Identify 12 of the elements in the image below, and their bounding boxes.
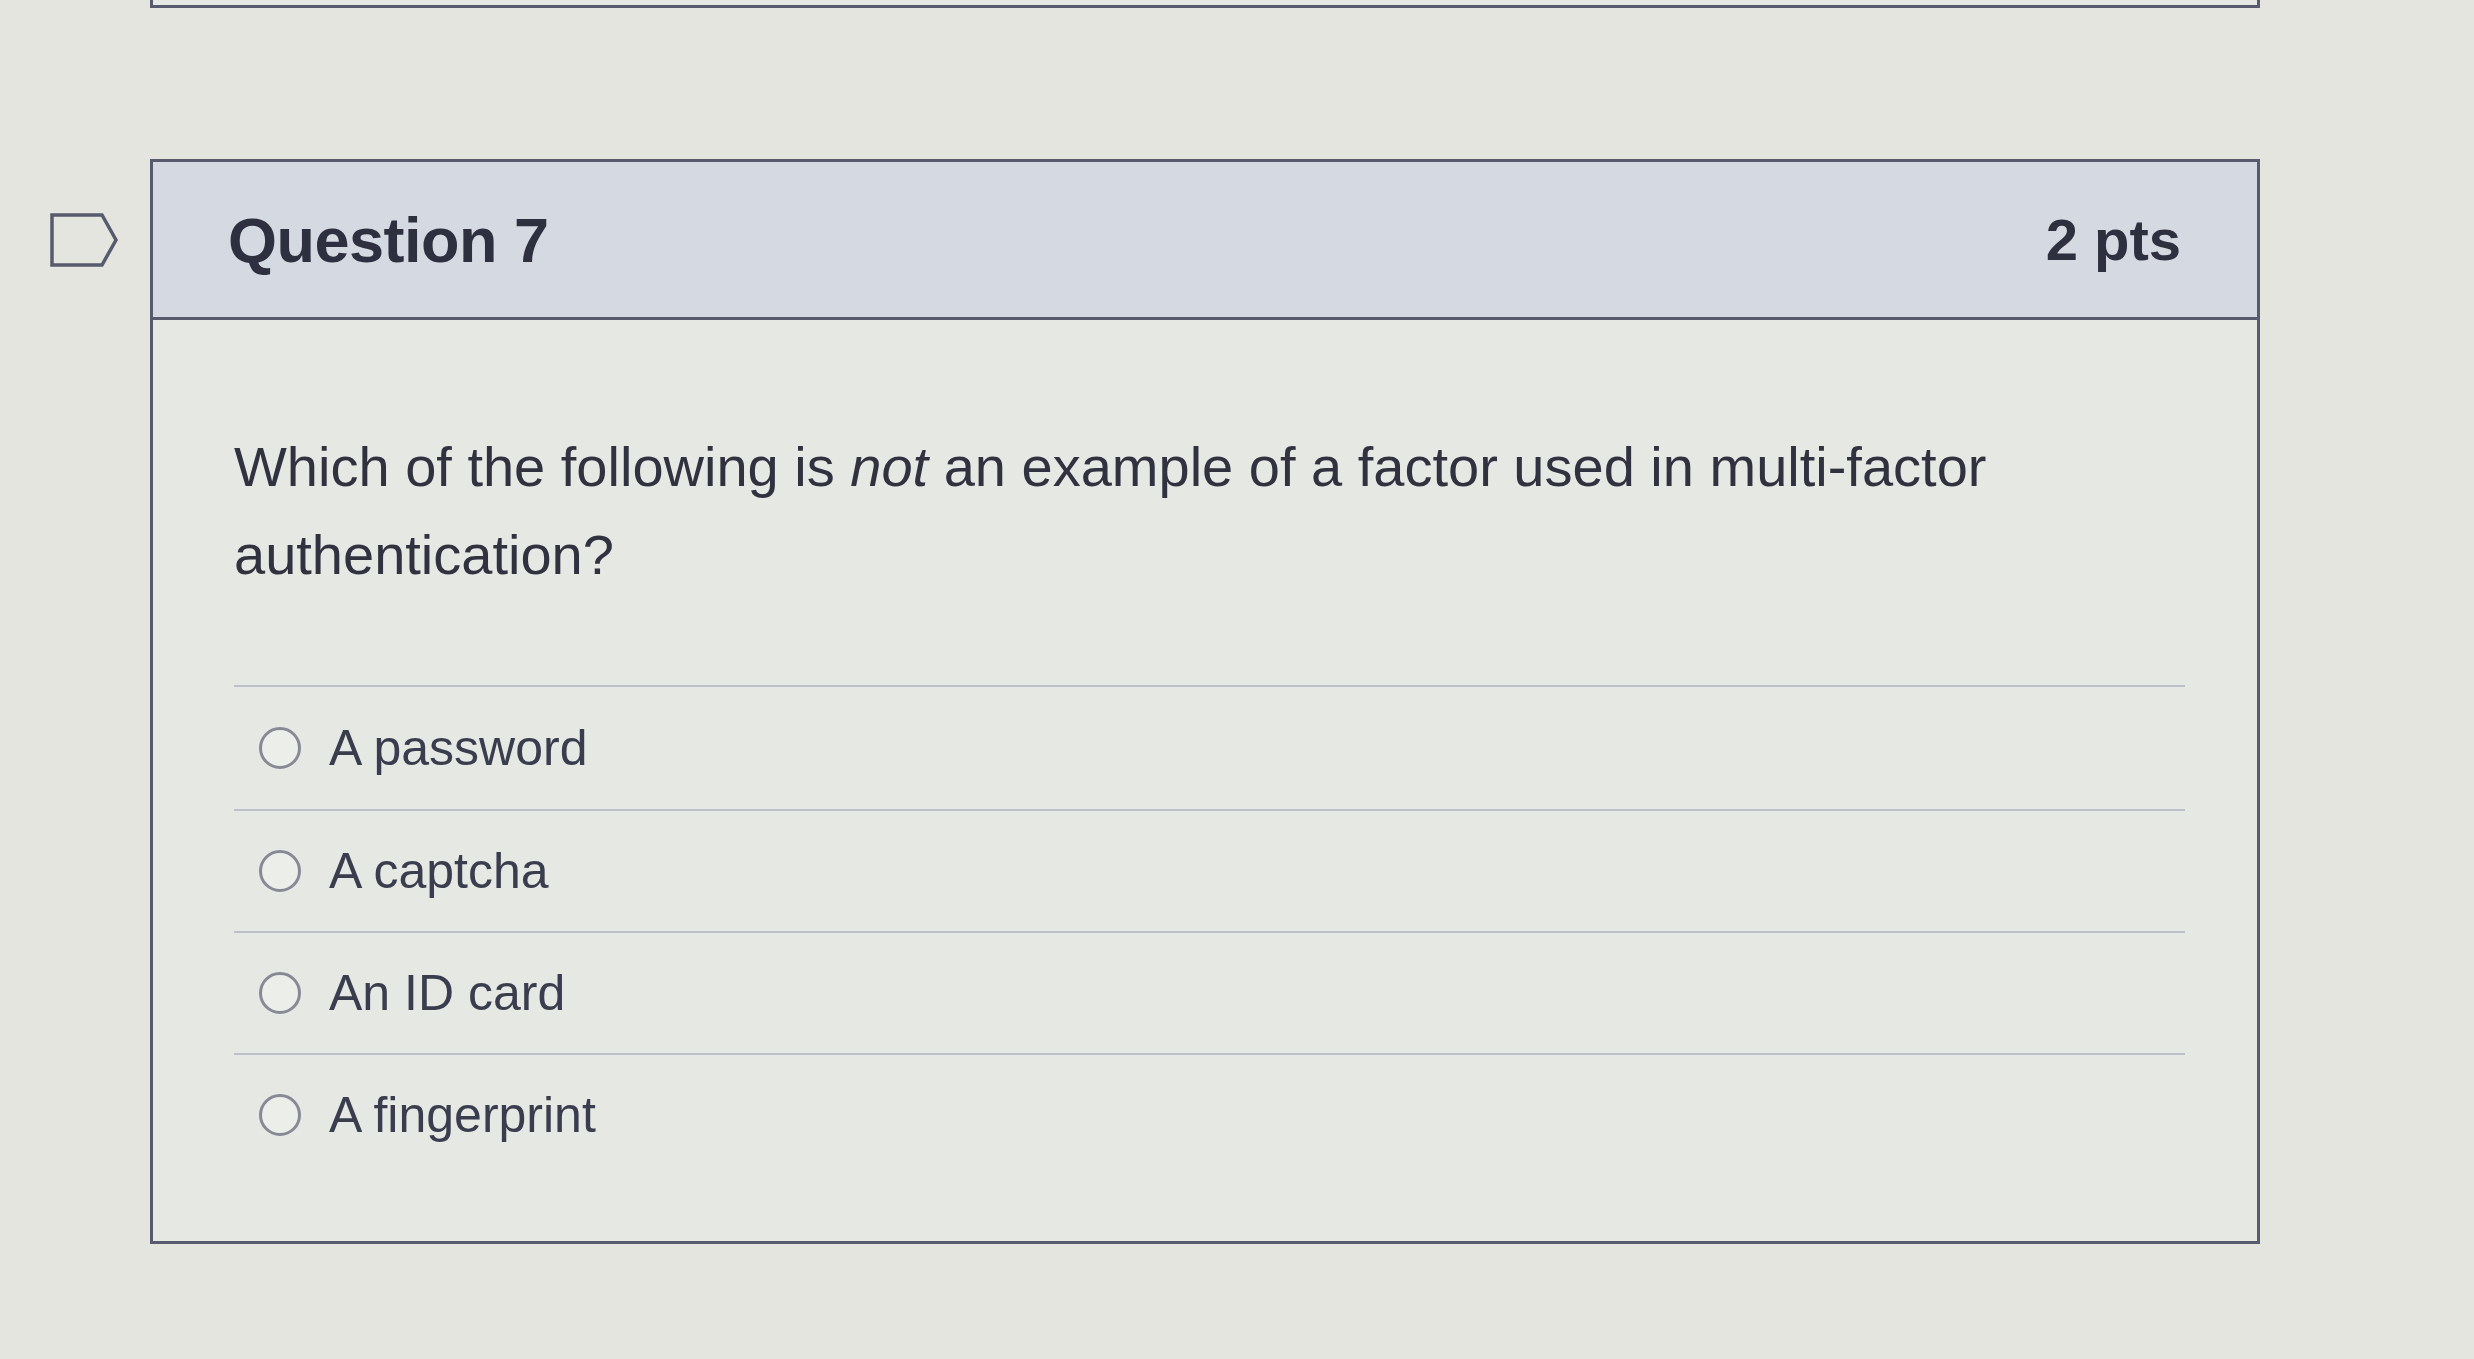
answer-label[interactable]: A password: [329, 719, 588, 777]
answer-label[interactable]: A captcha: [329, 842, 549, 900]
answer-label[interactable]: A fingerprint: [329, 1086, 596, 1144]
points-label: 2 pts: [2045, 206, 2181, 273]
flag-icon[interactable]: [50, 212, 118, 267]
question-title: Question 7: [228, 203, 549, 276]
radio-button[interactable]: [259, 1094, 301, 1136]
answer-label[interactable]: An ID card: [329, 964, 566, 1022]
radio-button[interactable]: [259, 727, 301, 769]
radio-button[interactable]: [259, 972, 301, 1014]
radio-button[interactable]: [259, 850, 301, 892]
question-text: Which of the following is not an example of a factor used in multi-factor authentication?: [234, 434, 1988, 588]
